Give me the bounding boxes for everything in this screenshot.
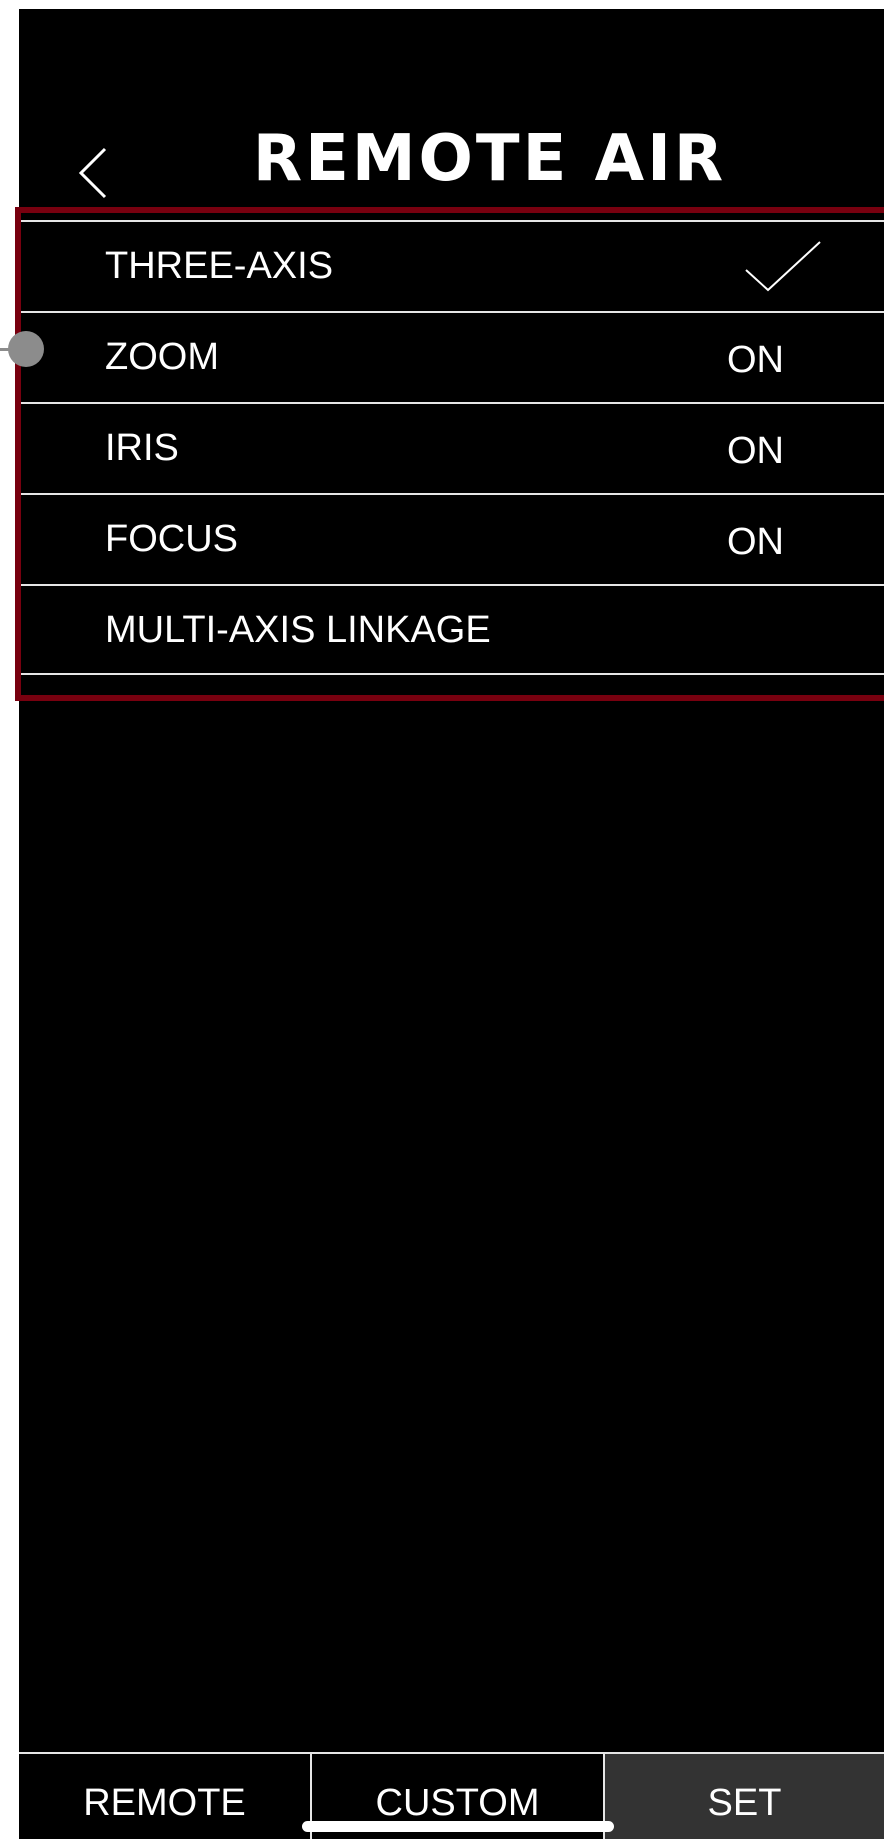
setting-row-iris[interactable]: IRIS ON [19, 402, 884, 493]
settings-list: THREE-AXIS ZOOM ON IRIS ON FOCUS ON MULT… [19, 220, 884, 675]
home-indicator [302, 1821, 614, 1832]
setting-label: THREE-AXIS [105, 245, 334, 287]
setting-row-multi-axis-linkage[interactable]: MULTI-AXIS LINKAGE [19, 584, 884, 675]
checkmark-icon [744, 240, 822, 297]
setting-value: ON [727, 430, 784, 472]
setting-label: ZOOM [105, 336, 219, 378]
tab-remote[interactable]: REMOTE [19, 1754, 312, 1839]
setting-row-three-axis[interactable]: THREE-AXIS [19, 220, 884, 311]
scroll-handle[interactable] [0, 331, 44, 367]
setting-row-zoom[interactable]: ZOOM ON [19, 311, 884, 402]
setting-label: FOCUS [105, 518, 238, 560]
setting-value: ON [727, 339, 784, 381]
scroll-handle-dot [8, 331, 44, 367]
setting-label: IRIS [105, 427, 179, 469]
setting-row-focus[interactable]: FOCUS ON [19, 493, 884, 584]
tab-set[interactable]: SET [605, 1754, 884, 1839]
app-screen: REMOTE AIR THREE-AXIS ZOOM ON IRIS ON FO… [19, 9, 884, 1839]
setting-value: ON [727, 521, 784, 563]
page-title: REMOTE AIR [252, 122, 727, 196]
setting-label: MULTI-AXIS LINKAGE [105, 609, 491, 651]
